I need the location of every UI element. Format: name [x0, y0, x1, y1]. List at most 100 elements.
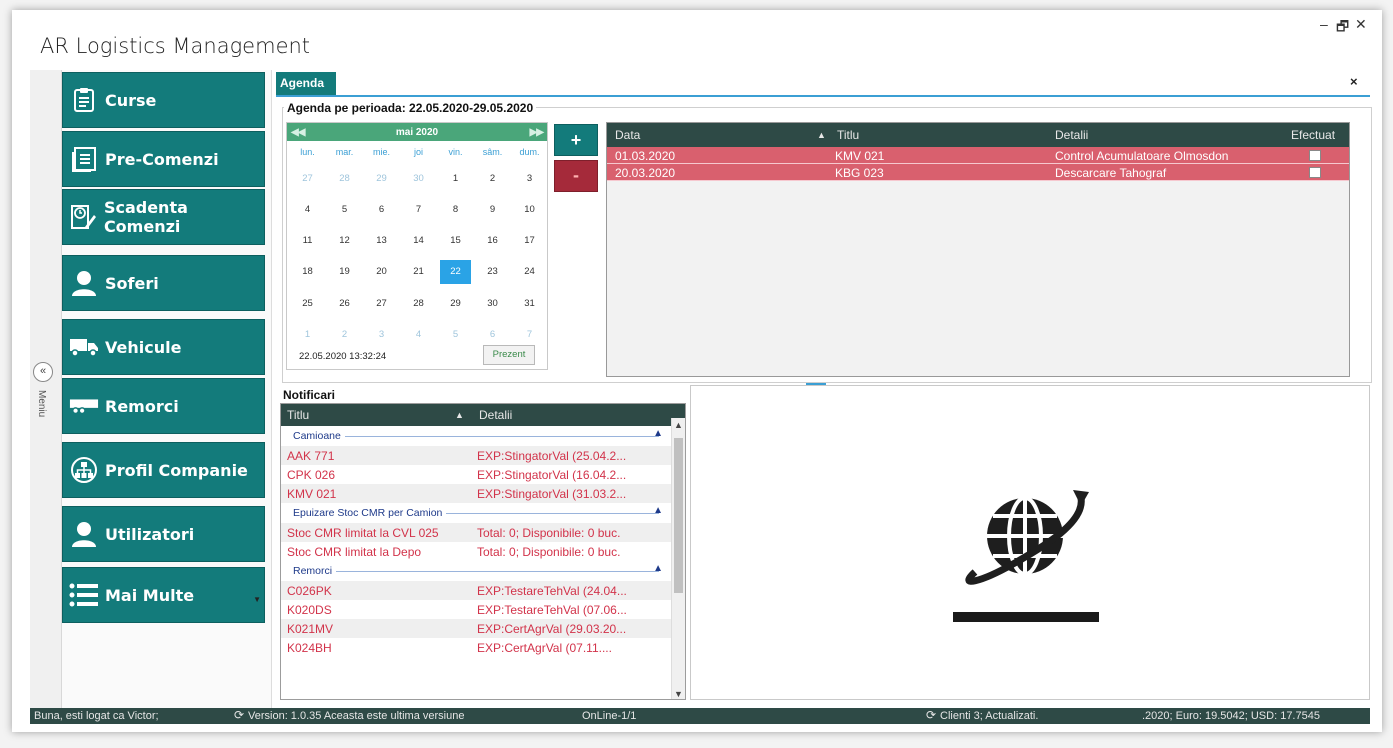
list-item[interactable]: Stoc CMR limitat la Depo Total: 0; Dispon… [281, 542, 685, 561]
calendar-day[interactable]: 28 [326, 163, 363, 194]
calendar-day[interactable]: 27 [289, 163, 326, 194]
calendar-day[interactable]: 13 [363, 225, 400, 256]
calendar-day[interactable]: 24 [511, 256, 548, 287]
calendar-day[interactable]: 8 [437, 194, 474, 225]
column-header-detalii[interactable]: Detalii [1055, 128, 1088, 142]
calendar-day[interactable]: 2 [326, 319, 363, 350]
calendar-day[interactable]: 10 [511, 194, 548, 225]
calendar-day[interactable]: 3 [363, 319, 400, 350]
nav-label: Mai Multe [105, 585, 195, 605]
table-row[interactable]: 20.03.2020 KBG 023 Descarcare Tahograf [607, 164, 1349, 181]
cell-titlu: KBG 023 [835, 166, 884, 180]
list-item[interactable]: K020DS EXP:TestareTehVal (07.06... [281, 600, 685, 619]
close-button[interactable]: ✕ [1355, 16, 1367, 33]
calendar-day[interactable]: 31 [511, 288, 548, 319]
nav-mai-multe-button[interactable]: Mai Multe ▼ [62, 567, 265, 623]
scroll-up-icon[interactable]: ▲ [674, 420, 683, 430]
globe-icon [965, 490, 1089, 585]
column-header-titlu[interactable]: Titlu [287, 408, 309, 422]
nav-scadenta-comenzi-button[interactable]: Scadenta Comenzi [62, 189, 265, 245]
scrollbar-thumb[interactable] [674, 438, 683, 593]
collapse-menu-button[interactable]: « [33, 362, 53, 382]
cell-data: 20.03.2020 [615, 166, 676, 180]
calendar-day[interactable]: 29 [363, 163, 400, 194]
calendar-weekday: dum. [519, 147, 540, 157]
today-button[interactable]: Prezent [483, 345, 535, 365]
nav-profil-companie-button[interactable]: Profil Companie [62, 442, 265, 498]
nav-utilizatori-button[interactable]: Utilizatori [62, 506, 265, 562]
tab-close-button[interactable]: × [1350, 74, 1358, 89]
calendar-day[interactable]: 5 [437, 319, 474, 350]
list-item[interactable]: K024BH EXP:CertAgrVal (07.11.... [281, 638, 685, 657]
tab-underline [276, 95, 1370, 97]
column-header-efectuat[interactable]: Efectuat [1291, 128, 1335, 142]
calendar-day[interactable]: 4 [400, 319, 437, 350]
restore-button[interactable]: 🗗 [1336, 16, 1349, 40]
nav-vehicule-button[interactable]: Vehicule [62, 319, 265, 375]
nav-label: Profil Companie [105, 460, 248, 480]
calendar-day[interactable]: 29 [437, 288, 474, 319]
tab-agenda[interactable]: Agenda [276, 72, 336, 96]
calendar-day[interactable]: 17 [511, 225, 548, 256]
notifications-grid: Titlu ▲ Detalii Camioane ▲ AAK 771 EXP:Sti… [280, 403, 686, 700]
calendar-day[interactable]: 28 [400, 288, 437, 319]
calendar-day[interactable]: 3 [511, 163, 548, 194]
group-header-camioane[interactable]: Camioane ▲ [281, 426, 685, 446]
add-event-button[interactable]: + [554, 124, 598, 156]
calendar-day[interactable]: 9 [474, 194, 511, 225]
status-online: OnLine-1/1 [582, 710, 637, 722]
list-item[interactable]: Stoc CMR limitat la CVL 025 Total: 0; Dis… [281, 523, 685, 542]
nav-remorci-button[interactable]: Remorci [62, 378, 265, 434]
calendar-day[interactable]: 23 [474, 256, 511, 287]
nav-pre-comenzi-button[interactable]: Pre-Comenzi [62, 131, 265, 187]
list-item[interactable]: CPK 026 EXP:StingatorVal (16.04.2... [281, 465, 685, 484]
calendar-day[interactable]: 27 [363, 288, 400, 319]
calendar-day[interactable]: 16 [474, 225, 511, 256]
calendar-day[interactable]: 5 [326, 194, 363, 225]
calendar-day[interactable]: 25 [289, 288, 326, 319]
calendar-day[interactable]: 12 [326, 225, 363, 256]
calendar-day[interactable]: 1 [437, 163, 474, 194]
list-item[interactable]: AAK 771 EXP:StingatorVal (25.04.2... [281, 446, 685, 465]
calendar-day[interactable]: 20 [363, 256, 400, 287]
calendar-day[interactable]: 26 [326, 288, 363, 319]
calendar-day[interactable]: 11 [289, 225, 326, 256]
calendar-day[interactable]: 30 [400, 163, 437, 194]
calendar-day[interactable]: 30 [474, 288, 511, 319]
calendar-day[interactable]: 2 [474, 163, 511, 194]
list-item[interactable]: C026PK EXP:TestareTehVal (24.04... [281, 581, 685, 600]
column-header-data[interactable]: Data [615, 128, 640, 142]
calendar-day[interactable]: 21 [400, 256, 437, 287]
refresh-icon[interactable]: ⟳ [926, 708, 936, 722]
prev-month-icon[interactable]: ◀◀ [291, 127, 305, 138]
calendar-day-selected[interactable]: 22 [440, 260, 471, 284]
scroll-down-icon[interactable]: ▼ [674, 689, 683, 699]
calendar-day[interactable]: 7 [400, 194, 437, 225]
group-header-epuizare-stoc[interactable]: Epuizare Stoc CMR per Camion ▲ [281, 503, 685, 523]
calendar-weekday: mie. [372, 147, 390, 157]
calendar-day[interactable]: 1 [289, 319, 326, 350]
list-item[interactable]: KMV 021 EXP:StingatorVal (31.03.2... [281, 484, 685, 503]
table-row[interactable]: 01.03.2020 KMV 021 Control Acumulatoare … [607, 147, 1349, 164]
column-header-detalii[interactable]: Detalii [479, 408, 512, 422]
vertical-scrollbar[interactable]: ▲ ▼ [671, 418, 685, 699]
notif-titlu: K020DS [287, 603, 332, 617]
delete-event-button[interactable]: - [554, 160, 598, 192]
list-item[interactable]: K021MV EXP:CertAgrVal (29.03.20... [281, 619, 685, 638]
calendar-day[interactable]: 18 [289, 256, 326, 287]
group-header-remorci[interactable]: Remorci ▲ [281, 561, 685, 581]
calendar-day[interactable]: 14 [400, 225, 437, 256]
nav-curse-button[interactable]: Curse [62, 72, 265, 128]
next-month-icon[interactable]: ▶▶ [530, 127, 544, 138]
calendar-day[interactable]: 6 [363, 194, 400, 225]
refresh-icon[interactable]: ⟳ [234, 708, 244, 722]
minimize-button[interactable]: – [1320, 16, 1328, 32]
calendar-day[interactable]: 15 [437, 225, 474, 256]
column-header-titlu[interactable]: Titlu [837, 128, 859, 142]
nav-soferi-button[interactable]: Soferi [62, 255, 265, 311]
notif-detalii: EXP:CertAgrVal (29.03.20... [477, 622, 627, 636]
calendar-day[interactable]: 4 [289, 194, 326, 225]
efectuat-checkbox[interactable] [1309, 150, 1321, 161]
efectuat-checkbox[interactable] [1309, 167, 1321, 178]
calendar-day[interactable]: 19 [326, 256, 363, 287]
